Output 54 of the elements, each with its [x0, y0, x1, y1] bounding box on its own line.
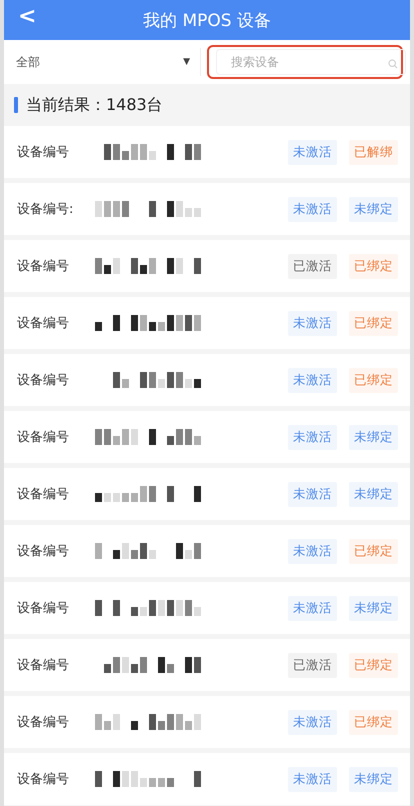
device-card[interactable]: 设备编号 未激活 已绑定	[4, 297, 410, 349]
status-tag: 已激活	[288, 652, 337, 678]
status-tag: 已绑定	[349, 652, 398, 678]
status-tag: 未激活	[288, 140, 337, 164]
status-tag: 未激活	[288, 710, 337, 734]
device-label: 设备编号	[17, 315, 70, 332]
result-count: 当前结果：1483台	[26, 94, 163, 116]
status-tag: 未激活	[288, 538, 337, 564]
device-label: 设备编号	[17, 486, 70, 503]
search-field[interactable]: 搜索设备	[216, 49, 406, 75]
device-card[interactable]: 设备编号 未激活 已绑定	[4, 525, 410, 577]
status-tag: 未绑定	[349, 596, 398, 620]
status-tag: 已绑定	[349, 254, 398, 278]
status-tag: 未绑定	[349, 196, 398, 222]
device-label: 设备编号	[17, 714, 70, 731]
status-tag: 未激活	[288, 424, 337, 450]
device-label: 设备编号:	[17, 201, 74, 218]
filter-dropdown[interactable]: 全部 ▼	[4, 40, 200, 84]
device-card[interactable]: 设备编号 未激活 未绑定	[4, 468, 410, 520]
status-tag: 已激活	[288, 254, 337, 278]
device-card[interactable]: 设备编号 已激活 已绑定	[4, 639, 410, 691]
device-label: 设备编号	[17, 657, 70, 674]
device-label: 设备编号	[17, 543, 70, 560]
status-tag: 未绑定	[349, 424, 398, 450]
status-tag: 未激活	[288, 596, 337, 620]
status-tag: 未激活	[288, 766, 337, 792]
page-title: 我的 MPOS 设备	[143, 10, 271, 32]
accent-bar	[14, 97, 18, 113]
device-label: 设备编号	[17, 429, 70, 446]
device-label: 设备编号	[17, 600, 70, 617]
status-tag: 已绑定	[349, 710, 398, 734]
device-label: 设备编号	[17, 258, 70, 275]
device-label: 设备编号	[17, 372, 70, 389]
device-card[interactable]: 设备编号 未激活 未绑定	[4, 411, 410, 463]
status-tag: 已绑定	[349, 310, 398, 336]
device-card[interactable]: 设备编号 未激活 未绑定	[4, 753, 410, 805]
status-tag: 未激活	[288, 196, 337, 222]
status-tag: 已解绑	[349, 140, 398, 164]
status-tag: 未激活	[288, 368, 337, 392]
device-card[interactable]: 设备编号 未激活 未绑定	[4, 582, 410, 634]
device-card[interactable]: 设备编号 未激活 已绑定	[4, 696, 410, 748]
device-card[interactable]: 设备编号 未激活 已绑定	[4, 354, 410, 406]
status-tag: 未激活	[288, 482, 337, 506]
device-card[interactable]: 设备编号 已激活 已绑定	[4, 240, 410, 292]
device-label: 设备编号	[17, 144, 70, 161]
device-card[interactable]: 设备编号 未激活 已解绑	[4, 126, 410, 178]
device-card[interactable]: 设备编号: 未激活 未绑定	[4, 183, 410, 235]
status-tag: 已绑定	[349, 368, 398, 392]
status-tag: 未激活	[288, 310, 337, 336]
device-label: 设备编号	[17, 771, 70, 788]
status-tag: 未绑定	[349, 482, 398, 506]
search-icon	[388, 59, 398, 69]
status-tag: 已绑定	[349, 538, 398, 564]
status-tag: 未绑定	[349, 766, 398, 792]
